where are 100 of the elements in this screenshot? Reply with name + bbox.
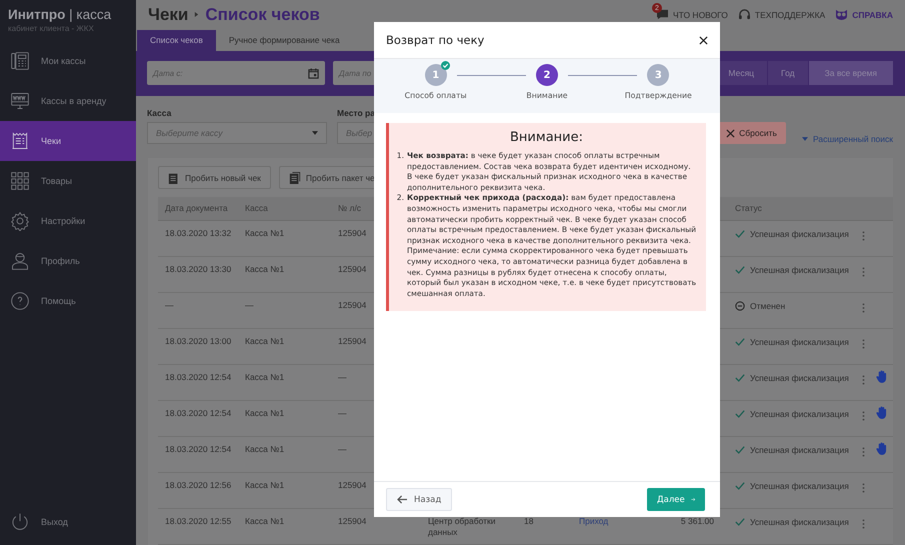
chat-icon	[656, 9, 669, 20]
back-button[interactable]: Назад	[386, 488, 452, 511]
tab[interactable]: Список чеков	[137, 30, 216, 51]
table-cell: Касса №1	[245, 408, 284, 419]
table-cell: 18.03.2020 12:54	[165, 408, 232, 419]
calendar-icon	[308, 68, 319, 79]
sidebar-item[interactable]: Настройки	[0, 201, 136, 241]
breadcrumb-link[interactable]: Чеки	[148, 4, 188, 25]
table-cell: 18.03.2020 13:00	[165, 336, 232, 347]
page-title: Список чеков	[205, 4, 320, 25]
table-cell: Касса №1	[245, 480, 284, 491]
table-cell: 18.03.2020 12:55	[165, 516, 232, 527]
status-text: Успешная фискализация	[750, 445, 849, 455]
headset-icon	[738, 9, 751, 20]
header-link[interactable]: ТЕХПОДДЕРЖКА	[738, 9, 826, 20]
status-text: Отменен	[750, 301, 786, 311]
settings-icon	[10, 211, 30, 231]
status-text: Успешная фискализация	[750, 265, 849, 275]
owl-icon	[835, 9, 848, 20]
status-text: Успешная фискализация	[750, 373, 849, 383]
step-number: 2	[536, 64, 558, 86]
column-header: Дата документа	[165, 203, 228, 214]
table-cell: 18.03.2020 12:54	[165, 372, 232, 383]
more-icon[interactable]	[862, 375, 865, 385]
table-cell: 125904	[338, 336, 366, 347]
power-icon	[10, 512, 30, 532]
operation-link[interactable]: Приход	[579, 516, 608, 527]
step-number: 3	[647, 64, 670, 86]
period-button[interactable]: За все время	[808, 61, 893, 86]
sidebar-item[interactable]: Кассы в аренду	[0, 81, 136, 121]
table-cell: 5 361.00	[680, 516, 714, 527]
table-cell: 125904	[338, 516, 366, 527]
logout-item[interactable]: Выход	[0, 499, 136, 545]
table-cell: 18.03.2020 13:30	[165, 264, 232, 275]
table-cell: 125904	[338, 300, 366, 311]
caret-icon	[312, 131, 318, 135]
help-icon	[10, 291, 30, 311]
status-text: Успешная фискализация	[750, 517, 849, 527]
more-icon[interactable]	[862, 303, 865, 313]
close-icon	[726, 128, 736, 138]
column-header: № л/с	[338, 203, 362, 214]
sidebar-item[interactable]: Товары	[0, 161, 136, 201]
close-icon[interactable]	[699, 36, 708, 44]
receipt-icon	[10, 131, 30, 151]
table-cell: 125904	[338, 228, 366, 239]
more-icon[interactable]	[862, 231, 865, 241]
status-text: Успешная фискализация	[750, 337, 849, 347]
action-button[interactable]: Пробить новый чек	[158, 166, 271, 189]
table-cell: Касса №1	[245, 516, 284, 527]
table-cell: 125904	[338, 480, 366, 491]
monitor-icon	[10, 91, 30, 111]
tab[interactable]: Ручное формирование чека	[216, 30, 353, 51]
column-header: Касса	[245, 203, 268, 214]
documents-icon	[288, 172, 301, 184]
table-cell: —	[245, 300, 254, 311]
more-icon[interactable]	[862, 339, 865, 349]
sidebar-item[interactable]: Помощь	[0, 281, 136, 321]
table-cell: Касса №1	[245, 228, 284, 239]
sidebar-item[interactable]: Чеки	[0, 121, 136, 161]
caret-icon	[802, 137, 808, 141]
more-icon[interactable]	[862, 267, 865, 277]
table-cell: Касса №1	[245, 444, 284, 455]
table-cell: —	[338, 408, 346, 419]
table-cell: 18.03.2020 12:56	[165, 480, 232, 491]
table-cell: Касса №1	[245, 372, 284, 383]
calculator-icon	[10, 51, 30, 71]
table-cell: Касса №1	[245, 336, 284, 347]
advanced-search-link[interactable]: Расширенный поиск	[796, 134, 893, 144]
more-icon[interactable]	[862, 447, 865, 457]
status-text: Успешная фискализация	[750, 481, 849, 491]
step-number: 1	[424, 64, 447, 86]
table-cell: Касса №1	[245, 264, 284, 275]
table-cell: 18	[524, 516, 534, 527]
filter-label: Касса	[147, 108, 172, 118]
table-cell: 125904	[338, 264, 366, 275]
next-button[interactable]: Далее	[647, 488, 705, 511]
document-icon	[168, 172, 180, 184]
table-cell: —	[338, 372, 346, 383]
grid-icon	[10, 171, 30, 191]
more-icon[interactable]	[862, 411, 865, 421]
dialog-title: Возврат по чеку	[386, 33, 484, 47]
status-text: Успешная фискализация	[750, 409, 849, 419]
table-cell-text: Центр обработки данных	[428, 516, 497, 538]
column-header: Статус	[735, 203, 762, 214]
table-cell: 18.03.2020 13:32	[165, 228, 232, 239]
reset-button[interactable]: Сбросить	[717, 122, 786, 144]
person-icon	[10, 251, 30, 271]
more-icon[interactable]	[862, 519, 865, 529]
table-cell: —	[338, 444, 346, 455]
more-icon[interactable]	[862, 483, 865, 493]
sidebar-item[interactable]: Мои кассы	[0, 41, 136, 81]
table-cell: —	[165, 300, 174, 311]
sidebar-item[interactable]: Профиль	[0, 241, 136, 281]
warning-title: Внимание:	[509, 130, 584, 145]
breadcrumb-separator-icon	[194, 11, 200, 18]
header-link[interactable]: СПРАВКА	[835, 9, 893, 20]
arrow-right-icon	[690, 495, 695, 504]
brand-logo: Инитпро | касса	[8, 7, 112, 22]
table-cell: 18.03.2020 12:54	[165, 444, 232, 455]
status-text: Успешная фискализация	[750, 229, 849, 239]
